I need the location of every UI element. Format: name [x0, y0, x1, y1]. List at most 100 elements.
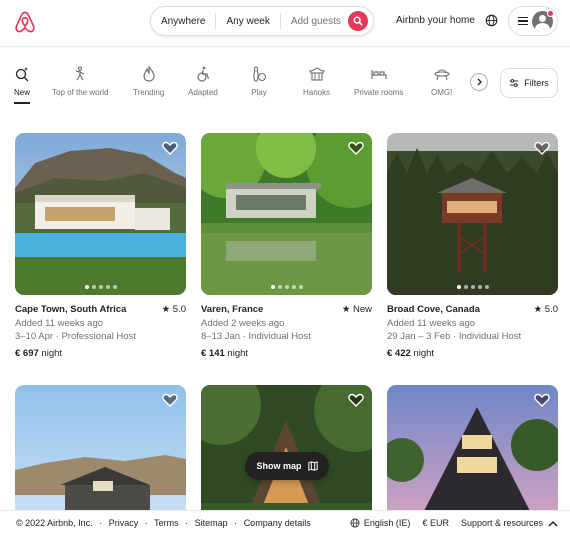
listing-dates-host: 8–13 Jan · Individual Host [201, 331, 311, 342]
active-underline [14, 102, 31, 104]
chevron-up-icon [548, 520, 558, 526]
category-play[interactable]: Play [251, 60, 267, 97]
flame-icon [143, 66, 155, 82]
support-resources-button[interactable]: Support & resources [461, 518, 558, 528]
currency-label: € EUR [422, 518, 449, 528]
filters-label: Filters [524, 78, 549, 88]
listing-title: Cape Town, South Africa [15, 304, 127, 315]
heart-icon[interactable] [534, 393, 550, 407]
listing-title: Broad Cove, Canada [387, 304, 480, 315]
listing-info: Broad Cove, Canada ★ 5.0 Added 11 weeks a… [387, 303, 558, 360]
support-label: Support & resources [460, 518, 543, 528]
footer-separator: · [234, 518, 238, 528]
show-map-label: Show map [256, 461, 302, 471]
star-icon: ★ [341, 304, 353, 315]
bowling-icon [253, 66, 267, 82]
new-sparkle-icon [15, 67, 29, 82]
footer: © 2022 Airbnb, Inc. · Privacy · Terms · … [0, 510, 570, 535]
category-label: Hanoks [303, 88, 331, 97]
listing-rating: ★ 5.0 [161, 304, 186, 315]
category-label: Top of the world [52, 88, 109, 97]
footer-link-sitemap[interactable]: Sitemap [195, 518, 228, 528]
currency-button[interactable]: € EUR [422, 518, 449, 528]
listing-price: € 141 night [201, 347, 249, 359]
footer-right: English (IE) € EUR Support & resources [338, 518, 558, 528]
listing-photo[interactable] [201, 133, 372, 295]
listing-added: Added 11 weeks ago [15, 317, 104, 329]
wheelchair-icon [197, 66, 209, 82]
top-header: Anywhere Any week Add guests Airbnb your… [0, 0, 570, 46]
listing-info: Varen, France ★ New Added 2 weeks ago 8–1… [201, 303, 372, 360]
heart-icon[interactable] [534, 141, 550, 155]
listing-photo[interactable] [387, 133, 558, 295]
category-top-of-the-world[interactable]: Top of the world [52, 60, 108, 97]
footer-link-privacy[interactable]: Privacy [109, 518, 139, 528]
mountain-climber-icon [76, 66, 85, 81]
footer-link-company-details[interactable]: Company details [244, 518, 311, 528]
hamburger-menu-icon [518, 15, 528, 28]
star-icon: ★ [161, 304, 173, 315]
category-label: Play [251, 88, 267, 97]
user-menu-button[interactable] [508, 6, 558, 36]
language-button[interactable]: English (IE) [350, 518, 411, 528]
airbnb-your-home-link[interactable]: Airbnb your home [396, 15, 475, 26]
heart-icon[interactable] [162, 141, 178, 155]
listing-photo[interactable] [15, 133, 186, 295]
heart-icon[interactable] [348, 393, 364, 407]
ufo-house-icon [434, 69, 450, 81]
category-hanoks[interactable]: Hanoks [303, 60, 330, 97]
footer-link-terms[interactable]: Terms [154, 518, 179, 528]
listing-rating: ★ New [341, 304, 372, 315]
chevron-right-icon [477, 78, 482, 86]
footer-separator: · [144, 518, 148, 528]
category-next-button[interactable] [470, 73, 488, 91]
globe-icon[interactable] [485, 14, 498, 27]
category-label: New [14, 88, 31, 97]
category-omg[interactable]: OMG! [431, 60, 452, 97]
category-new[interactable]: New [14, 60, 31, 104]
listing-title: Varen, France [201, 304, 264, 315]
category-private-rooms[interactable]: Private rooms [354, 60, 403, 97]
search-icon [353, 16, 363, 26]
listing-info: Cape Town, South Africa ★ 5.0 Added 11 we… [15, 303, 186, 360]
heart-icon[interactable] [348, 141, 364, 155]
hanok-house-icon [308, 67, 325, 81]
listing-rating: ★ 5.0 [533, 304, 558, 315]
search-any-week[interactable]: Any week [216, 16, 279, 27]
photo-dots [201, 285, 372, 289]
category-trending[interactable]: Trending [133, 60, 164, 97]
footer-separator: · [185, 518, 189, 528]
star-icon: ★ [533, 304, 545, 315]
category-label: Trending [133, 88, 165, 97]
footer-left: © 2022 Airbnb, Inc. · Privacy · Terms · … [16, 518, 315, 528]
notification-dot [547, 10, 554, 17]
category-label: OMG! [431, 88, 453, 97]
photo-dots [15, 285, 186, 289]
map-icon [307, 461, 318, 471]
listing-dates-host: 29 Jan – 3 Feb · Individual Host [387, 331, 522, 342]
category-adapted[interactable]: Adapted [188, 60, 218, 97]
listing-dates-host: 3–10 Apr · Professional Host [15, 331, 136, 342]
search-add-guests[interactable]: Add guests [281, 16, 351, 27]
listing-added: Added 11 weeks ago [387, 317, 476, 329]
language-label: English (IE) [363, 518, 411, 528]
listing-price: € 422 night [387, 347, 435, 359]
globe-icon [350, 518, 360, 528]
airbnb-logo-icon[interactable] [14, 10, 36, 34]
header-divider [0, 46, 570, 47]
show-map-button[interactable]: Show map [245, 452, 329, 480]
footer-separator: · [99, 518, 103, 528]
listing-added: Added 2 weeks ago [201, 317, 285, 329]
category-label: Private rooms [354, 88, 404, 97]
search-anywhere[interactable]: Anywhere [151, 16, 215, 27]
heart-icon[interactable] [162, 393, 178, 407]
listing-price: € 697 night [15, 347, 63, 359]
photo-dots [387, 285, 558, 289]
footer-copyright: © 2022 Airbnb, Inc. [16, 518, 93, 528]
filters-button[interactable]: Filters [500, 68, 558, 98]
search-bar[interactable]: Anywhere Any week Add guests [150, 6, 374, 36]
search-button[interactable] [348, 11, 368, 31]
category-label: Adapted [188, 88, 218, 97]
bed-icon [371, 70, 387, 79]
filters-icon [510, 79, 519, 87]
